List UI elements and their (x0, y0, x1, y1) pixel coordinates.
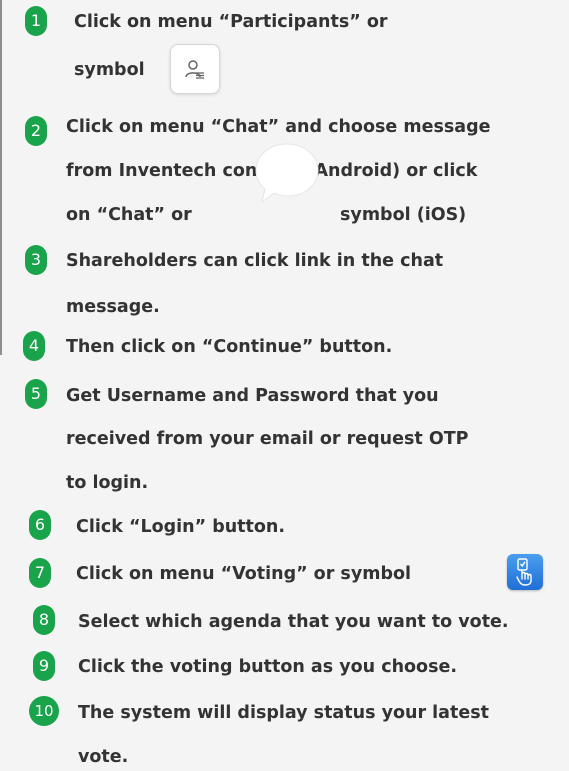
step-5-badge: 5 (25, 379, 47, 409)
step-5-text-line-1: Get Username and Password that you (66, 386, 439, 406)
participants-icon (170, 44, 220, 94)
step-4-badge: 4 (23, 331, 45, 361)
left-edge-divider (0, 0, 2, 355)
step-7-badge: 7 (29, 558, 51, 588)
step-5-text-line-3: to login. (66, 473, 149, 493)
step-1-text-line-1: Click on menu “Participants” or (74, 12, 388, 32)
step-10-text-line-1: The system will display status your late… (78, 703, 490, 723)
step-10-badge: 10 (29, 696, 59, 726)
step-6-badge: 6 (29, 510, 51, 540)
step-1-badge: 1 (25, 6, 47, 36)
instruction-page: 1 Click on menu “Participants” or symbol… (0, 0, 569, 771)
step-10-text-line-2: vote. (78, 747, 129, 767)
step-3-badge: 3 (25, 245, 47, 275)
voting-hand-icon (507, 554, 543, 590)
step-9-badge: 9 (33, 651, 55, 681)
step-8-text-line-1: Select which agenda that you want to vot… (78, 612, 509, 632)
step-9-text-line-1: Click the voting button as you choose. (78, 657, 458, 677)
step-8-badge: 8 (33, 605, 55, 635)
step-3-text-line-2: message. (66, 297, 160, 317)
step-4-text-line-1: Then click on “Continue” button. (66, 337, 393, 357)
step-7-text-line-1: Click on menu “Voting” or symbol (76, 564, 412, 584)
step-2-text-line-1: Click on menu “Chat” and choose message (66, 117, 491, 137)
chat-bubble-icon (255, 143, 319, 204)
step-5-text-line-2: received from your email or request OTP (66, 429, 469, 449)
step-3-text-line-1: Shareholders can click link in the chat (66, 251, 444, 271)
step-1-text-line-2: symbol (74, 60, 145, 80)
step-2-text-line-3: on “Chat” or (66, 205, 192, 225)
step-2-text-line-4: symbol (iOS) (340, 205, 467, 225)
step-6-text-line-1: Click “Login” button. (76, 517, 286, 537)
step-2-badge: 2 (25, 116, 47, 146)
